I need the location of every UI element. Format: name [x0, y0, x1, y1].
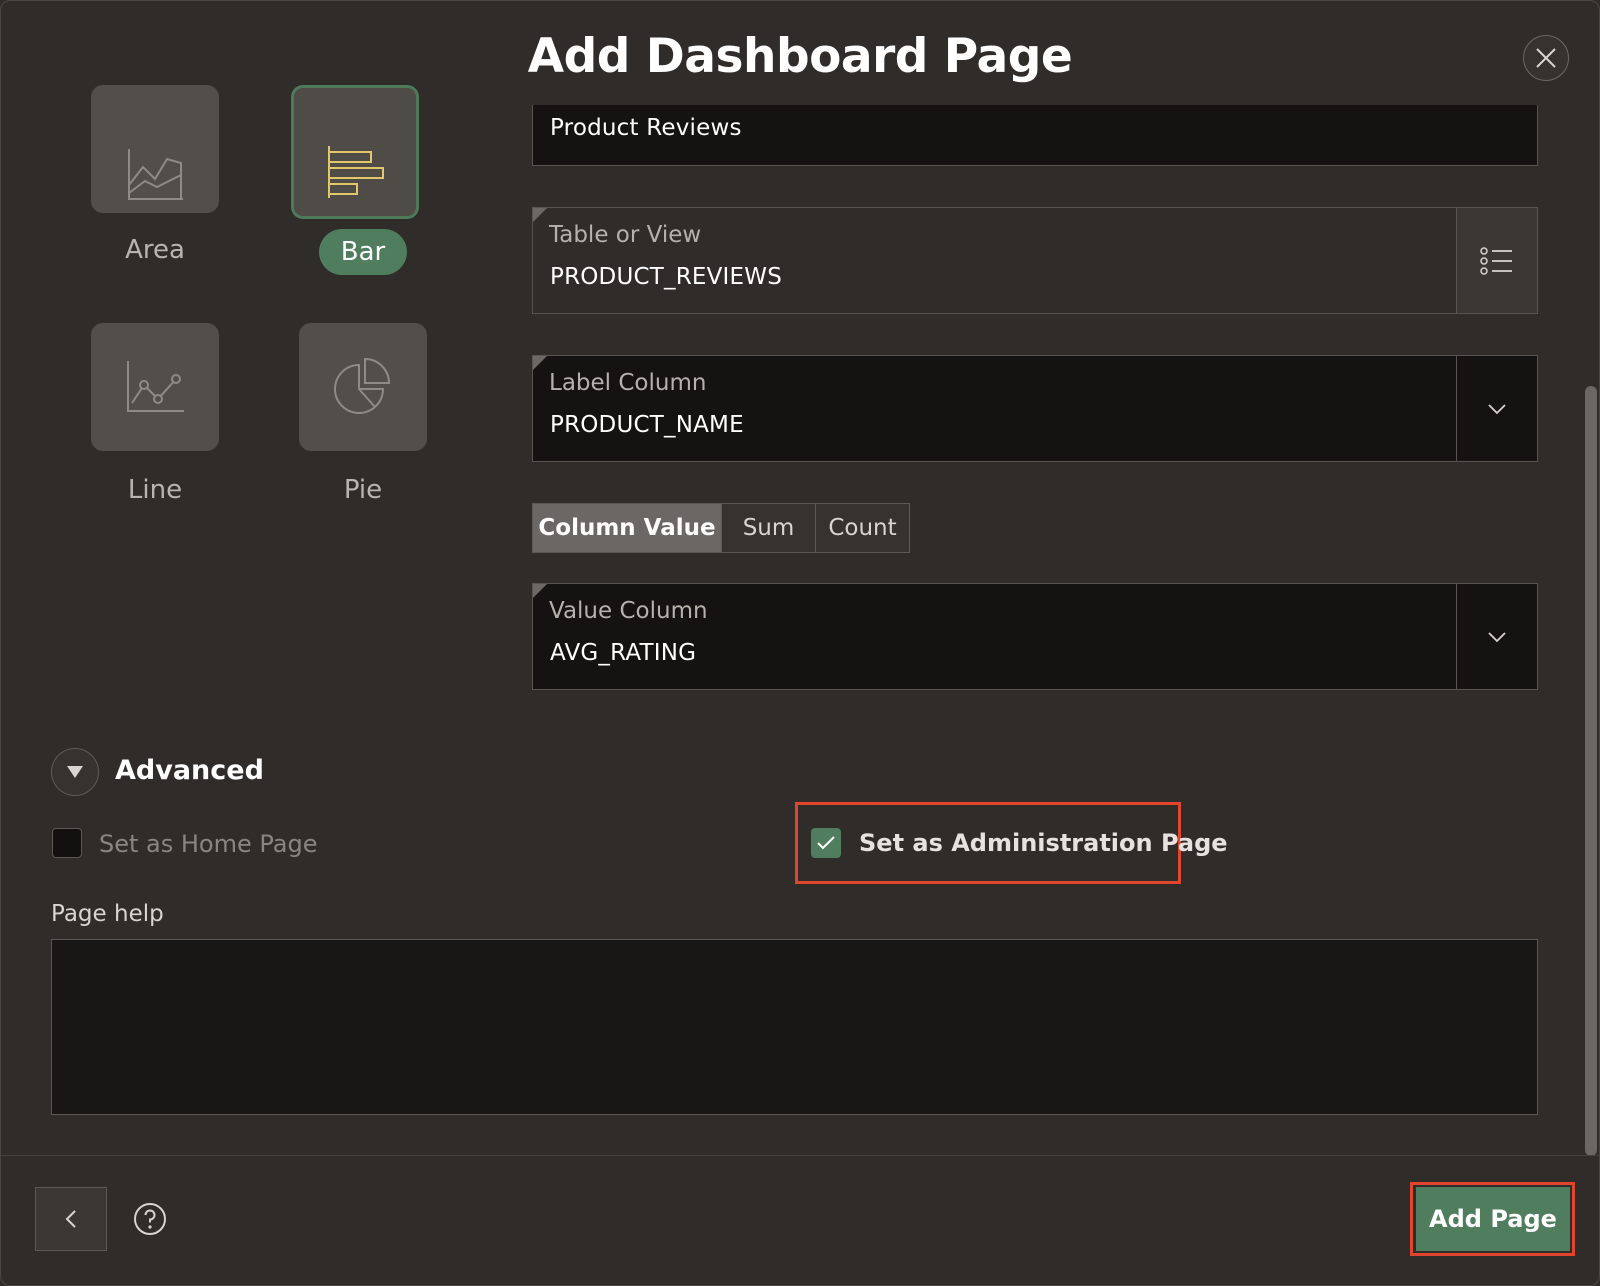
aggregation-column-value[interactable]: Column Value — [533, 504, 722, 552]
chart-type-pie[interactable] — [299, 323, 427, 451]
chart-type-line-label: Line — [127, 475, 183, 505]
label-column-dropdown-button[interactable] — [1456, 356, 1537, 461]
pie-chart-icon — [334, 357, 391, 414]
chart-type-area[interactable] — [91, 85, 219, 213]
chart-type-area-label: Area — [125, 235, 185, 265]
chart-type-line[interactable] — [91, 323, 219, 451]
chart-type-pie-label: Pie — [343, 475, 383, 505]
advanced-toggle-button[interactable] — [51, 748, 99, 796]
page-help-textarea[interactable] — [51, 939, 1538, 1115]
footer-divider — [1, 1155, 1599, 1156]
chevron-left-icon — [65, 1210, 76, 1228]
table-or-view-lov-button[interactable] — [1456, 208, 1537, 313]
add-page-button[interactable]: Add Page — [1416, 1187, 1570, 1251]
bar-chart-icon — [328, 146, 384, 198]
close-icon — [1536, 48, 1556, 68]
table-or-view-field[interactable]: Table or View PRODUCT_REVIEWS — [532, 207, 1538, 314]
area-chart-icon — [128, 149, 183, 200]
back-button[interactable] — [35, 1187, 107, 1251]
dialog-title: Add Dashboard Page — [527, 29, 1073, 84]
page-help-label: Page help — [51, 901, 164, 927]
home-page-checkbox[interactable] — [52, 828, 82, 858]
label-column-label: Label Column — [549, 370, 707, 396]
chevron-down-icon — [1488, 403, 1506, 414]
list-icon — [1480, 246, 1512, 275]
checkmark-icon — [817, 836, 835, 850]
label-column-value: PRODUCT_NAME — [550, 412, 744, 438]
admin-page-label: Set as Administration Page — [859, 829, 1228, 857]
value-column-label: Value Column — [549, 598, 708, 624]
chart-type-bar-label: Bar — [319, 229, 407, 275]
value-column-value: AVG_RATING — [550, 640, 697, 666]
advanced-section-label: Advanced — [115, 755, 264, 786]
home-page-label: Set as Home Page — [99, 830, 318, 858]
admin-page-checkbox[interactable] — [811, 828, 841, 858]
triangle-down-icon — [67, 766, 83, 778]
chart-type-bar[interactable] — [291, 85, 419, 219]
page-name-field[interactable]: Product Reviews — [532, 105, 1538, 166]
line-chart-icon — [127, 361, 184, 412]
aggregation-sum[interactable]: Sum — [722, 504, 816, 552]
help-button[interactable] — [133, 1202, 167, 1236]
table-or-view-label: Table or View — [549, 222, 702, 248]
scrollbar[interactable] — [1585, 386, 1597, 1156]
aggregation-count[interactable]: Count — [816, 504, 909, 552]
table-or-view-value: PRODUCT_REVIEWS — [550, 264, 783, 290]
label-column-select[interactable]: Label Column PRODUCT_NAME — [532, 355, 1538, 462]
value-column-dropdown-button[interactable] — [1456, 584, 1537, 689]
value-column-select[interactable]: Value Column AVG_RATING — [532, 583, 1538, 690]
chevron-down-icon — [1488, 631, 1506, 642]
add-dashboard-page-dialog: Add Dashboard Page Area Bar Line Pie Pro… — [0, 0, 1600, 1286]
help-icon — [134, 1203, 166, 1235]
page-name-value: Product Reviews — [550, 115, 742, 141]
aggregation-selector: Column Value Sum Count — [532, 503, 910, 553]
close-button[interactable] — [1523, 35, 1569, 81]
